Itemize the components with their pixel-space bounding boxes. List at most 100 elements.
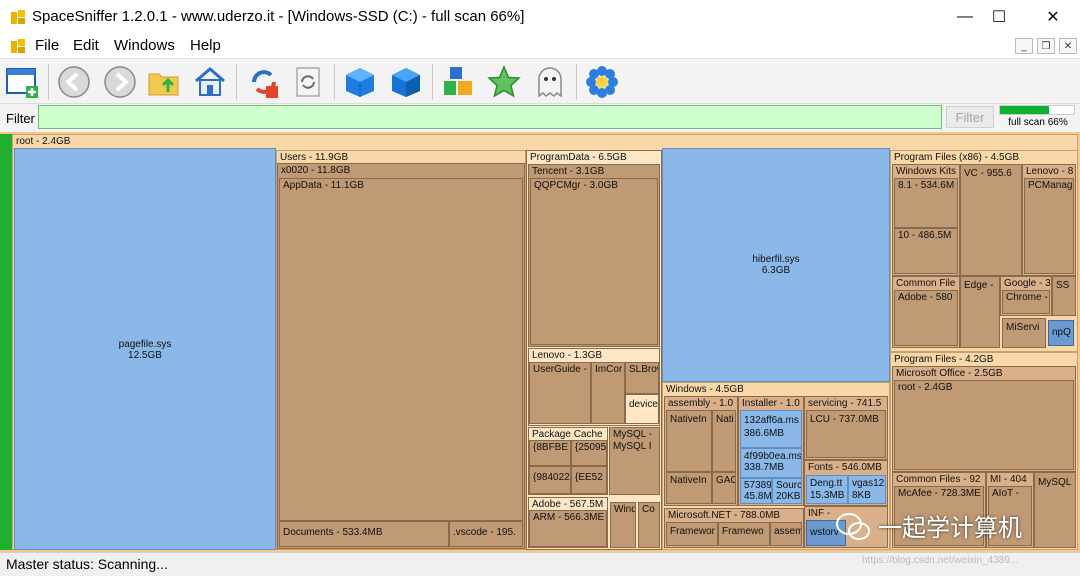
tile-package-25095[interactable]: {25095 bbox=[571, 440, 607, 466]
tile-package-8bfbe[interactable]: {8BFBE bbox=[529, 440, 571, 466]
tile-label: Deng.tt bbox=[810, 478, 843, 489]
tile-label: Program Files (x86) - 4.5GB bbox=[894, 152, 1020, 163]
tile-label: root - 2.4GB bbox=[898, 382, 953, 393]
tile-label: {EE52 bbox=[575, 472, 603, 483]
tile-sublabel: MySQL I bbox=[613, 441, 652, 452]
mdi-minimize-button[interactable]: _ bbox=[1015, 38, 1033, 54]
tile-mysql-program-files[interactable]: MySQL bbox=[1034, 472, 1076, 548]
menu-windows[interactable]: Windows bbox=[114, 37, 175, 54]
tile-pagefile[interactable]: pagefile.sys 12.5GB bbox=[14, 148, 276, 550]
cube-filled-icon[interactable] bbox=[388, 64, 424, 100]
ghost-icon[interactable] bbox=[532, 64, 568, 100]
tile-vgas-font[interactable]: vgas12 8KB bbox=[848, 475, 886, 504]
tile-package-ee52[interactable]: {EE52 bbox=[571, 466, 607, 494]
tile-framework-1[interactable]: Framewor bbox=[666, 522, 718, 546]
tile-gac[interactable]: GAC bbox=[712, 472, 736, 504]
tile-appdata[interactable]: AppData - 11.1GB bbox=[279, 178, 523, 521]
menu-help[interactable]: Help bbox=[190, 37, 221, 54]
tile-device[interactable]: device bbox=[625, 394, 659, 424]
tile-ss[interactable]: SS bbox=[1052, 276, 1076, 316]
tile-adobe-x86[interactable]: Adobe - 580 bbox=[894, 290, 958, 346]
tile-nativeimages-2[interactable]: NativeIn bbox=[666, 472, 712, 504]
scan-progress-text: full scan 66% bbox=[1008, 117, 1068, 128]
tile-label: Installer - 1.0 bbox=[742, 398, 800, 409]
tile-label: Documents - 533.4MB bbox=[283, 527, 383, 538]
scan-indicator-strip bbox=[0, 134, 12, 550]
tile-npq[interactable]: npQ bbox=[1048, 320, 1074, 346]
blocks-icon[interactable] bbox=[440, 64, 476, 100]
tile-label: root - 2.4GB bbox=[16, 136, 71, 147]
menu-file[interactable]: File bbox=[35, 37, 59, 54]
tile-assembly-net[interactable]: assem bbox=[770, 522, 802, 546]
tile-miservice[interactable]: MiServi bbox=[1002, 318, 1046, 348]
tile-nativeimages-1[interactable]: NativeIn bbox=[666, 410, 712, 472]
tile-documents[interactable]: Documents - 533.4MB bbox=[279, 521, 449, 547]
tile-label: PCManag bbox=[1028, 180, 1073, 191]
refresh-icon[interactable] bbox=[246, 64, 282, 100]
tile-kits-10[interactable]: 10 - 486.5M bbox=[894, 228, 958, 274]
close-button[interactable]: ✕ bbox=[1030, 0, 1076, 34]
star-icon[interactable] bbox=[486, 64, 522, 100]
maximize-button[interactable]: ☐ bbox=[976, 0, 1022, 34]
tile-label: Program Files - 4.2GB bbox=[894, 354, 994, 365]
tile-label: {25095 bbox=[575, 442, 607, 453]
tile-framework-2[interactable]: Framewo bbox=[718, 522, 770, 546]
filter-input[interactable] bbox=[38, 105, 942, 129]
tile-label: AIoT - bbox=[992, 488, 1020, 499]
tile-msi-4f99b0ea[interactable]: 4f99b0ea.ms 338.7MB bbox=[740, 448, 802, 478]
mdi-close-button[interactable]: ✕ bbox=[1059, 38, 1077, 54]
tile-msi-57389[interactable]: 57389 45.8M bbox=[740, 478, 772, 504]
tile-label: Edge - bbox=[964, 280, 994, 291]
tile-arm[interactable]: ARM - 566.3ME bbox=[529, 510, 607, 547]
rescan-icon[interactable] bbox=[290, 64, 326, 100]
tile-label: servicing - 741.5 bbox=[808, 398, 882, 409]
tile-mysql-programdata[interactable]: MySQL - MySQL I bbox=[609, 427, 660, 495]
tile-label: Lenovo - 1.3GB bbox=[532, 350, 603, 361]
tile-vscode[interactable]: .vscode - 195. bbox=[449, 521, 523, 547]
tile-pcmanager[interactable]: PCManag bbox=[1024, 178, 1074, 274]
cube-icon[interactable] bbox=[342, 64, 378, 100]
tile-label: Chrome - bbox=[1006, 292, 1048, 303]
mdi-restore-button[interactable]: ❐ bbox=[1037, 38, 1055, 54]
tile-deng-font[interactable]: Deng.tt 15.3MB bbox=[806, 475, 848, 504]
tile-kits-8-1[interactable]: 8.1 - 534.6M bbox=[894, 178, 958, 228]
forward-icon[interactable] bbox=[102, 64, 138, 100]
home-icon[interactable] bbox=[192, 64, 228, 100]
tile-slbrow[interactable]: SLBrow bbox=[625, 362, 659, 394]
tile-label: UserGuide - bbox=[533, 364, 587, 375]
tile-vc[interactable]: VC - 955.6 bbox=[960, 164, 1022, 276]
tile-label: x0020 - 11.8GB bbox=[281, 165, 351, 176]
filter-button[interactable]: Filter bbox=[946, 106, 994, 128]
watermark-text: 一起学计算机 bbox=[878, 515, 1022, 542]
tile-chrome[interactable]: Chrome - bbox=[1002, 290, 1050, 314]
tile-userguide[interactable]: UserGuide - bbox=[529, 362, 591, 424]
tile-label: MI - 404 bbox=[990, 474, 1027, 485]
folder-up-icon[interactable] bbox=[146, 64, 182, 100]
tile-co[interactable]: Co bbox=[638, 502, 660, 548]
tile-label: Common Files - 92 bbox=[896, 474, 981, 485]
tile-edge[interactable]: Edge - bbox=[960, 276, 1000, 348]
tile-label: npQ bbox=[1052, 327, 1071, 338]
tile-hiberfil[interactable]: hiberfil.sys 6.3GB bbox=[662, 148, 890, 382]
tile-wind[interactable]: Wind bbox=[610, 502, 636, 548]
toolbar-separator bbox=[236, 64, 237, 100]
tile-lcu[interactable]: LCU - 737.0MB bbox=[806, 410, 886, 458]
tile-size: 8KB bbox=[852, 490, 871, 501]
tile-msi-132aff6a[interactable]: 132aff6a.ms 386.6MB bbox=[740, 410, 802, 448]
app-menu-icon[interactable] bbox=[10, 38, 26, 54]
menu-edit[interactable]: Edit bbox=[73, 37, 99, 54]
tile-size: 20KB bbox=[776, 491, 801, 502]
tile-source[interactable]: Sourc 20KB bbox=[772, 478, 802, 504]
tile-nati[interactable]: Nati bbox=[712, 410, 736, 472]
tile-qqpcmgr[interactable]: QQPCMgr - 3.0GB bbox=[530, 178, 658, 345]
tile-label: wstorv bbox=[810, 527, 839, 538]
tile-office-root[interactable]: root - 2.4GB bbox=[894, 380, 1074, 470]
tile-imcor[interactable]: ImCor bbox=[591, 362, 625, 424]
back-icon[interactable] bbox=[56, 64, 92, 100]
tile-label: Tencent - 3.1GB bbox=[532, 166, 605, 177]
toolbar-separator bbox=[432, 64, 433, 100]
tile-package-984022[interactable]: {984022 bbox=[529, 466, 571, 494]
settings-flower-icon[interactable] bbox=[584, 64, 620, 100]
tile-label: Nati bbox=[716, 414, 734, 425]
new-window-icon[interactable] bbox=[4, 64, 40, 100]
